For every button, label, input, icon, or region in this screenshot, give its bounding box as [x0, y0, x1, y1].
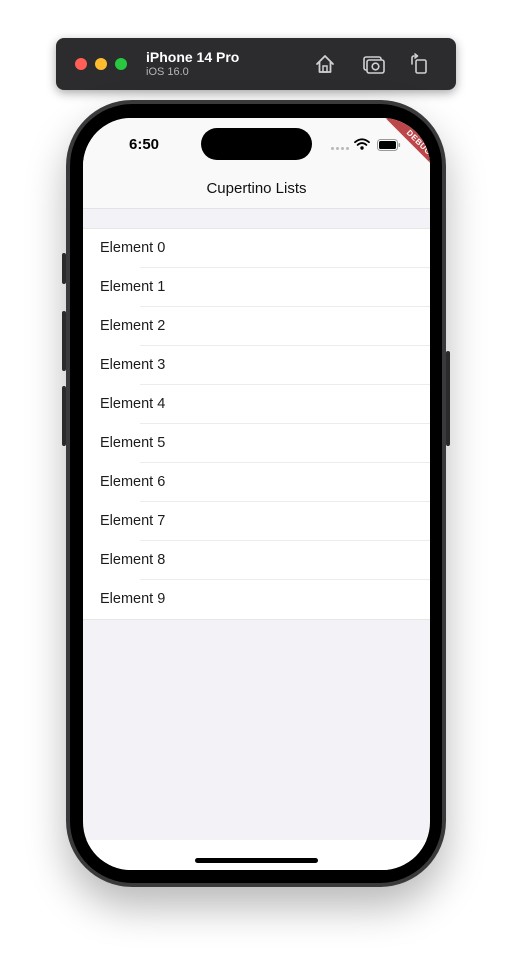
- rotate-button[interactable]: [407, 52, 431, 76]
- list-item[interactable]: Element 9: [83, 580, 430, 619]
- list-item-label: Element 7: [100, 513, 166, 529]
- list-item[interactable]: Element 5: [83, 424, 430, 463]
- list-item[interactable]: Element 3: [83, 346, 430, 385]
- list-item-label: Element 5: [100, 435, 166, 451]
- list-item[interactable]: Element 6: [83, 463, 430, 502]
- simulator-toolbar: iPhone 14 Pro iOS 16.0: [56, 38, 456, 90]
- close-window-button[interactable]: [75, 58, 87, 70]
- status-time: 6:50: [129, 136, 160, 153]
- list-item[interactable]: Element 1: [83, 268, 430, 307]
- list-item-label: Element 6: [100, 474, 166, 490]
- home-indicator[interactable]: [195, 858, 318, 863]
- battery-icon: [377, 139, 401, 151]
- list-item-label: Element 2: [100, 318, 166, 334]
- cupertino-list-section: Element 0 Element 1 Element 2 Element 3 …: [83, 228, 430, 620]
- list-item-label: Element 8: [100, 552, 166, 568]
- device-name: iPhone 14 Pro: [146, 49, 240, 65]
- rotate-icon: [411, 53, 427, 74]
- home-button[interactable]: [313, 52, 337, 76]
- navigation-bar: Cupertino Lists: [83, 170, 430, 209]
- os-version: iOS 16.0: [146, 66, 189, 78]
- page-title: Cupertino Lists: [206, 180, 307, 197]
- wifi-icon: [354, 138, 370, 150]
- list-item[interactable]: Element 0: [83, 229, 430, 268]
- device-screen: 6:50 DEBUG Cupertino Lists Element 0 Ele…: [83, 118, 430, 870]
- minimize-window-button[interactable]: [95, 58, 107, 70]
- power-button: [446, 351, 450, 446]
- dynamic-island: [201, 128, 312, 160]
- list-item-label: Element 0: [100, 240, 166, 256]
- bottom-safe-area: [83, 840, 430, 870]
- screenshot-icon: [363, 56, 385, 74]
- list-item-label: Element 4: [100, 396, 166, 412]
- cellular-signal-icon: [331, 147, 349, 150]
- list-item[interactable]: Element 8: [83, 541, 430, 580]
- list-item-label: Element 9: [100, 591, 166, 607]
- list-item[interactable]: Element 2: [83, 307, 430, 346]
- list-item[interactable]: Element 4: [83, 385, 430, 424]
- list-item-label: Element 3: [100, 357, 166, 373]
- status-bar: 6:50 DEBUG: [83, 118, 430, 176]
- zoom-window-button[interactable]: [115, 58, 127, 70]
- list-item[interactable]: Element 7: [83, 502, 430, 541]
- home-icon: [316, 55, 334, 73]
- screenshot-button[interactable]: [362, 52, 386, 76]
- list-item-label: Element 1: [100, 279, 166, 295]
